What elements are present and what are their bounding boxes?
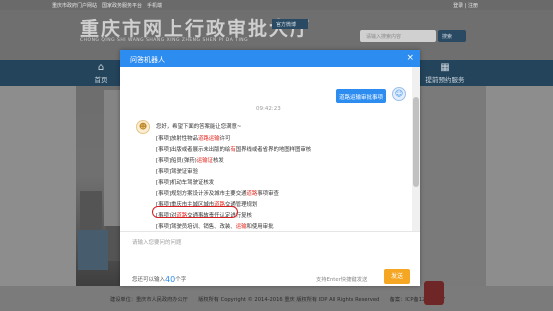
police-badge-icon[interactable] xyxy=(424,281,444,305)
site-footer: 建设单位：重庆市人民政府办公厅 版权所有 Copyright © 2014-20… xyxy=(0,286,553,311)
result-item-link[interactable]: [事项]机动车驾驶证核发 xyxy=(156,178,214,186)
result-item-link[interactable]: [事项]船员(弹药)运输证核发 xyxy=(156,156,224,164)
side-panel[interactable] xyxy=(78,230,108,270)
scrollbar-thumb[interactable] xyxy=(413,97,419,187)
site-search-input[interactable]: 请输入搜索内容 xyxy=(360,30,436,42)
calendar-icon: ▦ xyxy=(440,62,450,73)
robot-avatar-icon: ☻ xyxy=(136,120,150,134)
result-item-link[interactable]: [事项]驾驶证审验 xyxy=(156,167,198,175)
result-item-prefix: [事项] xyxy=(156,147,171,153)
dialog-header: 问答机器人 × xyxy=(120,50,420,67)
nav-item-label: 首页 xyxy=(94,76,108,84)
nav-item-label: 提前预约服务 xyxy=(425,76,465,84)
message-timestamp: 09:42:23 xyxy=(256,106,281,112)
dialog-title: 问答机器人 xyxy=(130,56,165,64)
chat-scrollbar[interactable] xyxy=(412,67,420,231)
char-counter: 您还可以输入40个字 xyxy=(132,275,186,284)
user-avatar-icon: ☺ xyxy=(392,87,406,101)
keyword-highlight: 道路 xyxy=(246,191,258,197)
message-input-area[interactable]: 请输入您要问的问题 您还可以输入40个字 支持Enter快捷键发送 发送 xyxy=(120,231,420,286)
counter-value: 40 xyxy=(165,275,176,284)
highlight-circle xyxy=(152,206,238,218)
result-item-prefix: [事项] xyxy=(156,158,171,164)
result-item-prefix: [事项] xyxy=(156,191,171,197)
nav-item-home[interactable]: ⌂ 首页 xyxy=(76,62,126,84)
chat-history[interactable]: 道路运输审批事项 ☺ 09:42:23 ☻ 您好，希望下面的答案能让您满意~ [… xyxy=(124,67,412,231)
chat-robot-dialog: 问答机器人 × 道路运输审批事项 ☺ 09:42:23 ☻ 您好，希望下面的答案… xyxy=(120,50,420,286)
result-item-prefix: [事项] xyxy=(156,169,171,175)
message-input[interactable]: 请输入您要问的问题 xyxy=(132,238,182,246)
user-message-bubble: 道路运输审批事项 xyxy=(336,89,386,103)
counter-suffix: 个字 xyxy=(175,277,187,283)
result-item-prefix: [事项] xyxy=(156,224,171,230)
login-register-links[interactable]: 登录 | 注册 xyxy=(453,2,478,9)
footer-text: 建设单位：重庆市人民政府办公厅 版权所有 Copyright © 2014-20… xyxy=(110,297,446,303)
result-item-prefix: [事项] xyxy=(156,180,171,186)
result-item-link[interactable]: [事项]出版或者展示未出版的绘有国界线或者省界的地图样图审核 xyxy=(156,145,311,153)
keyword-highlight: 运输证 xyxy=(196,158,213,164)
result-item-link[interactable]: [事项]放射性物品道路运输许可 xyxy=(156,134,230,142)
send-button[interactable]: 发送 xyxy=(384,269,410,284)
shortcut-hint: 支持Enter快捷键发送 xyxy=(316,277,368,283)
keyword-highlight: 道路运输 xyxy=(197,136,220,142)
site-pinyin: CHONG QING SHI WANG SHANG XING ZHENG SHE… xyxy=(80,38,249,43)
counter-prefix: 您还可以输入 xyxy=(132,277,166,283)
topbar-links[interactable]: 重庆市政府门户网站 国家政务服务平台 手机端 xyxy=(52,2,162,9)
nav-item-appointment[interactable]: ▦ 提前预约服务 xyxy=(420,62,470,84)
bot-intro-text: 您好，希望下面的答案能让您满意~ xyxy=(156,124,242,130)
close-icon[interactable]: × xyxy=(406,53,414,63)
home-icon: ⌂ xyxy=(97,62,105,73)
weibo-button[interactable]: 官方微博 xyxy=(272,19,308,29)
keyword-highlight: 运输 xyxy=(235,224,247,230)
result-item-link[interactable]: [事项]驾驶员培训、销售、改装、运输和使用审批 xyxy=(156,222,273,230)
site-search-button[interactable]: 搜索 xyxy=(438,30,466,42)
site-topbar: 重庆市政府门户网站 国家政务服务平台 手机端 登录 | 注册 xyxy=(0,0,553,10)
result-item-prefix: [事项] xyxy=(156,136,171,142)
result-item-link[interactable]: [事项]规划方案设计涉及城市主要交通道路事项审查 xyxy=(156,189,279,197)
